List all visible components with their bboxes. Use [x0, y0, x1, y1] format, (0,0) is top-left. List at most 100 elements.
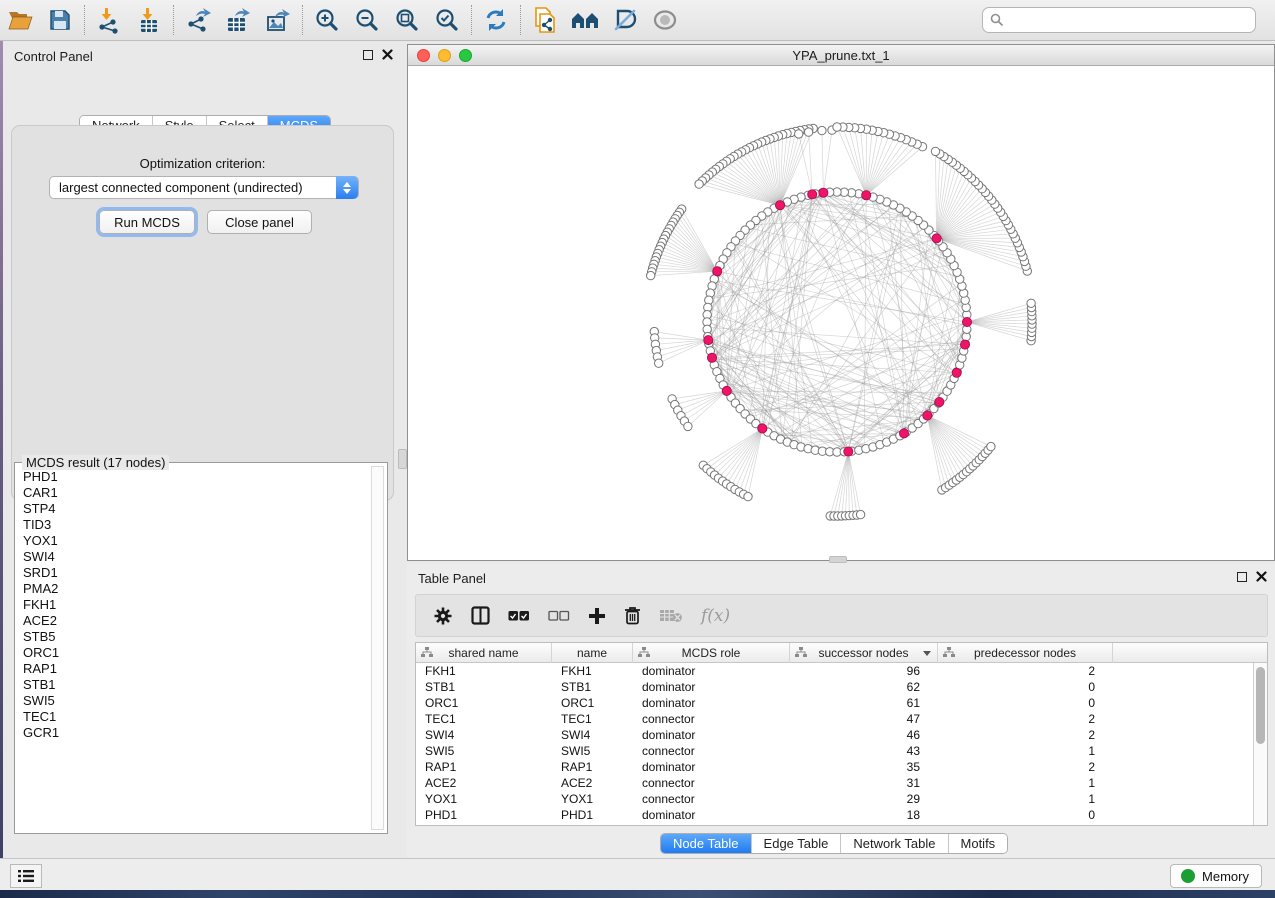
- refresh-icon[interactable]: [476, 3, 516, 37]
- mcds-result-item[interactable]: PHD1: [16, 469, 373, 485]
- table-row[interactable]: TEC1TEC1connector472: [416, 711, 1254, 727]
- memory-button[interactable]: Memory: [1170, 864, 1262, 888]
- search-input[interactable]: [1009, 13, 1255, 28]
- column-header-name[interactable]: name: [552, 643, 633, 663]
- create-column-icon[interactable]: [588, 607, 606, 625]
- mcds-list-scrollbar[interactable]: [371, 466, 384, 830]
- cell-MCDS-role: dominator: [633, 663, 790, 679]
- mcds-result-item[interactable]: SWI4: [16, 549, 373, 565]
- export-network-icon[interactable]: [178, 3, 218, 37]
- table-scrollbar[interactable]: [1253, 663, 1267, 825]
- cell-shared-name: ORC1: [416, 695, 552, 711]
- run-mcds-button[interactable]: Run MCDS: [99, 210, 195, 234]
- cell-successor-nodes: 31: [790, 775, 938, 791]
- table-row[interactable]: FKH1FKH1dominator962: [416, 663, 1254, 679]
- column-header-successor-nodes[interactable]: successor nodes: [790, 643, 938, 663]
- table-row[interactable]: STB1STB1dominator620: [416, 679, 1254, 695]
- table-tab-node-table[interactable]: Node Table: [661, 834, 751, 853]
- import-network-icon[interactable]: [89, 3, 129, 37]
- export-table-icon[interactable]: [218, 3, 258, 37]
- network-graph-canvas[interactable]: [408, 66, 1274, 560]
- close-panel-icon[interactable]: [382, 49, 393, 60]
- cell-MCDS-role: dominator: [633, 807, 790, 823]
- import-table-icon[interactable]: [129, 3, 169, 37]
- deselect-all-icon[interactable]: [548, 610, 570, 622]
- cell-MCDS-role: dominator: [633, 679, 790, 695]
- select-all-icon[interactable]: [508, 610, 530, 622]
- column-header-predecessor-nodes[interactable]: predecessor nodes: [938, 643, 1113, 663]
- table-panel: Table Panel: [407, 563, 1275, 858]
- task-history-button[interactable]: [10, 864, 42, 888]
- toolbar-separator: [302, 5, 303, 35]
- cell-MCDS-role: connector: [633, 711, 790, 727]
- column-header-MCDS-role[interactable]: MCDS role: [633, 643, 790, 663]
- cell-shared-name: SWI5: [416, 743, 552, 759]
- table-tab-motifs[interactable]: Motifs: [948, 834, 1008, 853]
- cell-name: TEC1: [552, 711, 633, 727]
- mcds-result-item[interactable]: CAR1: [16, 485, 373, 501]
- optimization-criterion-value: largest connected component (undirected): [59, 180, 303, 195]
- cell-MCDS-role: connector: [633, 775, 790, 791]
- table-row[interactable]: YOX1YOX1connector291: [416, 791, 1254, 807]
- mcds-result-item[interactable]: TID3: [16, 517, 373, 533]
- table-row[interactable]: SWI5SWI5connector431: [416, 743, 1254, 759]
- zoom-in-icon[interactable]: [307, 3, 347, 37]
- vertical-splitter-handle[interactable]: [398, 449, 407, 469]
- close-panel-icon[interactable]: [1256, 571, 1267, 582]
- table-scrollbar-thumb[interactable]: [1256, 667, 1265, 744]
- mcds-result-item[interactable]: FKH1: [16, 597, 373, 613]
- cell-successor-nodes: 35: [790, 759, 938, 775]
- first-neighbors-icon[interactable]: [565, 3, 605, 37]
- network-window-titlebar[interactable]: YPA_prune.txt_1: [408, 45, 1274, 66]
- cell-predecessor-nodes: 0: [938, 695, 1113, 711]
- mcds-result-item[interactable]: STB5: [16, 629, 373, 645]
- horizontal-splitter-handle[interactable]: [829, 556, 847, 563]
- mcds-result-item[interactable]: ORC1: [16, 645, 373, 661]
- export-image-icon[interactable]: [258, 3, 298, 37]
- open-file-icon[interactable]: [0, 3, 40, 37]
- table-row[interactable]: ORC1ORC1dominator610: [416, 695, 1254, 711]
- node-table: shared namenameMCDS rolesuccessor nodesp…: [415, 642, 1268, 826]
- mcds-result-item[interactable]: RAP1: [16, 661, 373, 677]
- mcds-result-item[interactable]: STP4: [16, 501, 373, 517]
- column-header-shared-name[interactable]: shared name: [416, 643, 552, 663]
- float-panel-icon[interactable]: [1237, 572, 1247, 582]
- delete-column-icon[interactable]: [624, 606, 641, 625]
- table-row[interactable]: RAP1RAP1dominator352: [416, 759, 1254, 775]
- table-tab-network-table[interactable]: Network Table: [840, 834, 947, 853]
- search-field[interactable]: [982, 7, 1256, 33]
- zoom-selected-icon[interactable]: [427, 3, 467, 37]
- table-settings-gear-icon[interactable]: [433, 606, 453, 626]
- zoom-fit-icon[interactable]: [387, 3, 427, 37]
- mcds-result-item[interactable]: YOX1: [16, 533, 373, 549]
- show-hide-icon[interactable]: [645, 3, 685, 37]
- optimization-criterion-select[interactable]: largest connected component (undirected): [49, 176, 359, 199]
- mcds-result-item[interactable]: PMA2: [16, 581, 373, 597]
- cell-MCDS-role: dominator: [633, 695, 790, 711]
- mcds-result-item[interactable]: STB1: [16, 677, 373, 693]
- mcds-result-item[interactable]: ACE2: [16, 613, 373, 629]
- column-header-empty: [1113, 643, 1267, 663]
- mcds-result-item[interactable]: TEC1: [16, 709, 373, 725]
- toggle-graphics-details-icon[interactable]: [605, 3, 645, 37]
- table-row[interactable]: SWI4SWI4dominator462: [416, 727, 1254, 743]
- mcds-result-item[interactable]: SRD1: [16, 565, 373, 581]
- show-column-icon[interactable]: [471, 606, 490, 625]
- clone-network-icon[interactable]: [525, 3, 565, 37]
- cell-successor-nodes: 62: [790, 679, 938, 695]
- cell-name: SWI4: [552, 727, 633, 743]
- mcds-result-item[interactable]: GCR1: [16, 725, 373, 741]
- cell-name: PHD1: [552, 807, 633, 823]
- zoom-out-icon[interactable]: [347, 3, 387, 37]
- table-row[interactable]: ACE2ACE2connector311: [416, 775, 1254, 791]
- desktop-edge-bottom: [0, 890, 1275, 898]
- table-row[interactable]: PHD1PHD1dominator180: [416, 807, 1254, 823]
- table-tab-edge-table[interactable]: Edge Table: [751, 834, 841, 853]
- cell-predecessor-nodes: 0: [938, 807, 1113, 823]
- save-session-icon[interactable]: [40, 3, 80, 37]
- cell-successor-nodes: 47: [790, 711, 938, 727]
- close-panel-button[interactable]: Close panel: [207, 210, 312, 234]
- memory-label: Memory: [1202, 869, 1249, 884]
- float-panel-icon[interactable]: [363, 50, 373, 60]
- mcds-result-item[interactable]: SWI5: [16, 693, 373, 709]
